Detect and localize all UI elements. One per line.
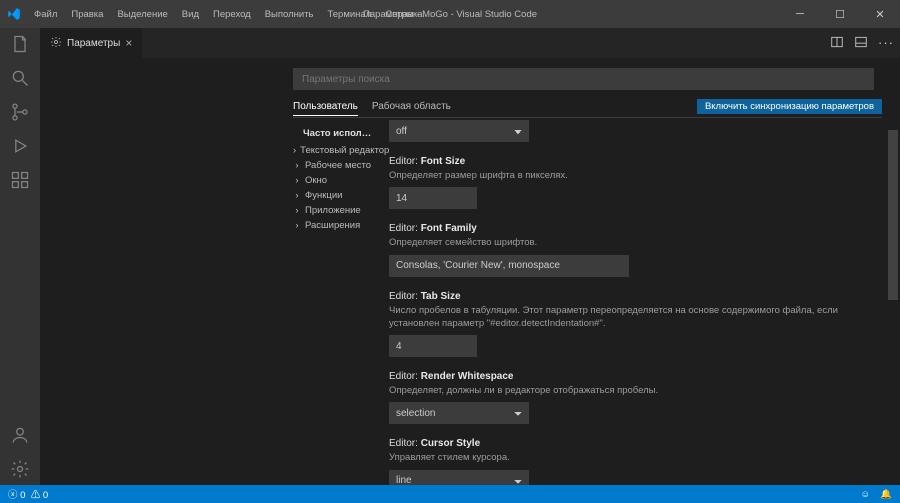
setting-select[interactable]: off <box>389 120 529 142</box>
font-family-input[interactable] <box>389 255 629 277</box>
split-editor-icon[interactable] <box>830 35 844 52</box>
status-problems[interactable]: ⓧ 0 ⚠ 0 <box>8 487 48 501</box>
setting-tab-size: Editor: Tab Size Число пробелов в табуля… <box>389 291 882 358</box>
font-size-input[interactable] <box>389 187 477 209</box>
window-close-button[interactable]: ✕ <box>860 0 900 28</box>
settings-list: off Editor: Font Size Определяет размер … <box>377 118 900 485</box>
cursor-style-select[interactable]: line <box>389 470 529 485</box>
chevron-right-icon: › <box>293 145 296 156</box>
window-minimize-button[interactable]: ─ <box>780 0 820 28</box>
feedback-icon[interactable]: ☺ <box>860 489 870 500</box>
notifications-icon[interactable]: 🔔 <box>880 489 892 500</box>
vscode-logo-icon <box>0 7 28 21</box>
scrollbar-thumb[interactable] <box>888 130 898 300</box>
render-whitespace-select[interactable]: selection <box>389 402 529 424</box>
menu-selection[interactable]: Выделение <box>111 5 173 24</box>
tab-close-icon[interactable]: × <box>125 36 132 50</box>
menu-run[interactable]: Выполнить <box>259 5 320 24</box>
settings-tab-icon <box>50 36 62 51</box>
toc-item-text-editor[interactable]: ›Текстовый редактор <box>293 143 375 158</box>
settings-toc: Часто используе... ›Текстовый редактор ›… <box>285 118 377 485</box>
scrollbar[interactable] <box>888 118 898 485</box>
window-maximize-button[interactable]: ☐ <box>820 0 860 28</box>
chevron-right-icon: › <box>293 205 301 216</box>
menu-bar: Файл Правка Выделение Вид Переход Выполн… <box>28 5 429 24</box>
menu-file[interactable]: Файл <box>28 5 63 24</box>
setting-font-size: Editor: Font Size Определяет размер шриф… <box>389 156 882 209</box>
toc-item-extensions[interactable]: ›Расширения <box>293 218 375 233</box>
menu-terminal[interactable]: Терминал <box>322 5 378 24</box>
more-actions-icon[interactable]: ··· <box>878 35 894 52</box>
source-control-icon[interactable] <box>10 102 30 122</box>
status-bar: ⓧ 0 ⚠ 0 ☺ 🔔 <box>0 485 900 503</box>
scope-user-tab[interactable]: Пользователь <box>293 98 358 116</box>
settings-gear-icon[interactable] <box>10 459 30 479</box>
menu-help[interactable]: Справка <box>379 5 428 24</box>
scope-workspace-tab[interactable]: Рабочая область <box>372 98 451 115</box>
settings-search-input[interactable] <box>293 68 874 90</box>
activity-bar <box>0 28 40 485</box>
setting-render-whitespace: Editor: Render Whitespace Определяет, до… <box>389 371 882 424</box>
toc-item-workbench[interactable]: ›Рабочее место <box>293 158 375 173</box>
enable-settings-sync-button[interactable]: Включить синхронизацию параметров <box>697 99 882 114</box>
menu-view[interactable]: Вид <box>176 5 205 24</box>
search-icon[interactable] <box>10 68 30 88</box>
warning-icon: ⚠ <box>31 490 41 501</box>
chevron-right-icon: › <box>293 160 301 171</box>
toc-heading: Часто используе... <box>303 128 375 139</box>
menu-edit[interactable]: Правка <box>65 5 109 24</box>
toc-item-window[interactable]: ›Окно <box>293 173 375 188</box>
setting-font-family: Editor: Font Family Определяет семейство… <box>389 223 882 276</box>
accounts-icon[interactable] <box>10 425 30 445</box>
chevron-right-icon: › <box>293 175 301 186</box>
tab-settings[interactable]: Параметры × <box>40 28 142 58</box>
toggle-panel-icon[interactable] <box>854 35 868 52</box>
title-bar: Файл Правка Выделение Вид Переход Выполн… <box>0 0 900 28</box>
run-debug-icon[interactable] <box>10 136 30 156</box>
editor-tabs: Параметры × ··· <box>40 28 900 58</box>
menu-go[interactable]: Переход <box>207 5 257 24</box>
setting-cursor-style: Editor: Cursor Style Управляет стилем ку… <box>389 438 882 485</box>
toc-item-features[interactable]: ›Функции <box>293 188 375 203</box>
error-icon: ⓧ <box>8 490 18 501</box>
tab-label: Параметры <box>67 38 120 49</box>
chevron-right-icon: › <box>293 190 301 201</box>
chevron-right-icon: › <box>293 220 301 231</box>
toc-item-application[interactable]: ›Приложение <box>293 203 375 218</box>
extensions-icon[interactable] <box>10 170 30 190</box>
explorer-icon[interactable] <box>10 34 30 54</box>
setting-item: off <box>389 120 882 142</box>
tab-size-input[interactable] <box>389 335 477 357</box>
